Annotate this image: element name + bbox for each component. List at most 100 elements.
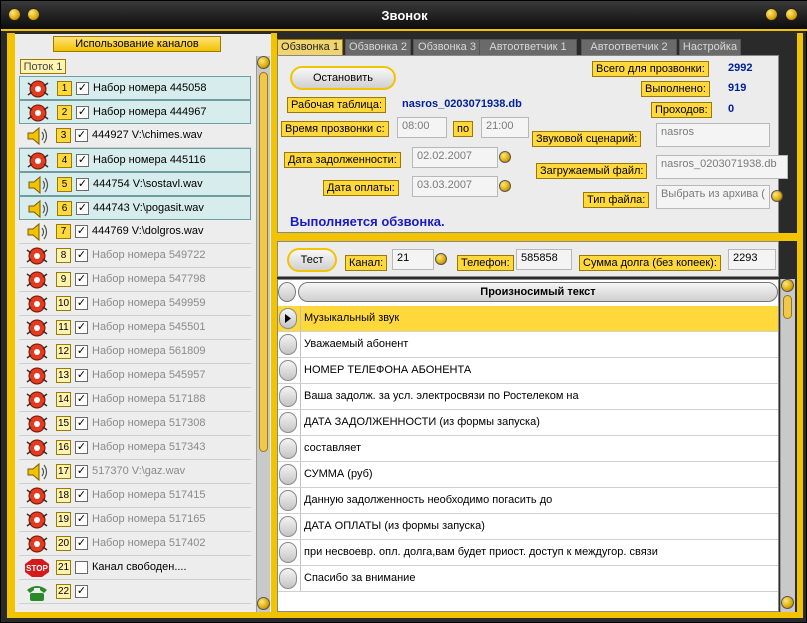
speech-row[interactable]: СУММА (руб) [278,462,778,488]
grid-select-all[interactable] [278,282,296,302]
speech-row[interactable]: Спасибо за внимание [278,566,778,592]
channel-checkbox[interactable]: ✓ [75,273,88,286]
channel-checkbox[interactable] [75,561,88,574]
channel-checkbox[interactable]: ✓ [75,417,88,430]
channel-checkbox[interactable]: ✓ [75,369,88,382]
channel-row[interactable]: 14 ✓ Набор номера 517188 [19,388,251,412]
speech-row[interactable]: НОМЕР ТЕЛЕФОНА АБОНЕНТА [278,358,778,384]
channel-checkbox[interactable]: ✓ [76,154,89,167]
channels-header[interactable]: Использование каналов [53,36,221,52]
channel-select[interactable]: 21 [392,249,434,270]
pay-date-picker-icon[interactable] [499,180,511,192]
channel-row[interactable]: 1 ✓ Набор номера 445058 [19,76,251,100]
channel-row[interactable]: 7 ✓ 444769 V:\dolgros.wav [19,220,251,244]
channel-row[interactable]: 19 ✓ Набор номера 517165 [19,508,251,532]
speech-row[interactable]: ДАТА ЗАДОЛЖЕННОСТИ (из формы запуска) [278,410,778,436]
channel-row[interactable]: 13 ✓ Набор номера 545957 [19,364,251,388]
channel-row[interactable]: 20 ✓ Набор номера 517402 [19,532,251,556]
row-selector[interactable] [279,334,297,355]
thread-tab[interactable]: Поток 1 [20,59,66,74]
channel-checkbox[interactable]: ✓ [76,82,89,95]
row-selector[interactable] [279,490,297,511]
tab-3[interactable]: Обзвонка 3 [413,39,481,56]
time-to-input[interactable]: 21:00 [481,117,529,138]
channel-checkbox[interactable]: ✓ [75,129,88,142]
channel-row[interactable]: 5 ✓ 444754 V:\sostavl.wav [19,172,251,196]
time-from-input[interactable]: 08:00 [397,117,447,138]
channel-checkbox[interactable]: ✓ [75,489,88,502]
filetype-dropdown-icon[interactable] [771,190,783,202]
speech-scroll-down-icon[interactable] [781,596,794,609]
speech-scroll-thumb[interactable] [783,295,792,319]
phone-input[interactable]: 585858 [516,249,572,270]
scroll-up-icon[interactable] [257,56,270,69]
speech-row[interactable]: Музыкальный звук [278,306,778,332]
row-selector[interactable] [279,412,297,433]
speech-row[interactable]: составляет [278,436,778,462]
channel-row[interactable]: 8 ✓ Набор номера 549722 [19,244,251,268]
minimize-icon[interactable] [765,8,778,21]
channel-checkbox[interactable]: ✓ [76,178,89,191]
channel-checkbox[interactable]: ✓ [75,225,88,238]
tab-4[interactable]: Автоответчик 1 [479,39,577,56]
channel-row[interactable]: 11 ✓ Набор номера 545501 [19,316,251,340]
channel-checkbox[interactable]: ✓ [75,537,88,550]
row-selector[interactable] [279,386,297,407]
channel-checkbox[interactable]: ✓ [75,249,88,262]
channel-checkbox[interactable]: ✓ [75,345,88,358]
row-selector[interactable] [279,542,297,563]
channel-row[interactable]: 10 ✓ Набор номера 549959 [19,292,251,316]
channel-row[interactable]: 15 ✓ Набор номера 517308 [19,412,251,436]
debt-date-picker-icon[interactable] [499,151,511,163]
stop-button[interactable]: Остановить [290,66,396,90]
channel-row[interactable]: 9 ✓ Набор номера 547798 [19,268,251,292]
channel-row[interactable]: 16 ✓ Набор номера 517343 [19,436,251,460]
tab-6[interactable]: Настройка [679,39,741,56]
current-row-arrow-icon[interactable] [279,308,297,329]
row-selector[interactable] [279,438,297,459]
scroll-down-icon[interactable] [257,597,270,610]
channel-checkbox[interactable]: ✓ [75,585,88,598]
channel-checkbox[interactable]: ✓ [76,106,89,119]
channel-checkbox[interactable]: ✓ [75,321,88,334]
row-selector[interactable] [279,464,297,485]
channel-dropdown-icon[interactable] [435,253,447,265]
row-selector[interactable] [279,568,297,589]
speech-scroll-up-icon[interactable] [781,279,794,292]
channel-scrollbar[interactable] [256,56,270,612]
channel-checkbox[interactable]: ✓ [75,393,88,406]
channel-row[interactable]: 18 ✓ Набор номера 517415 [19,484,251,508]
row-selector[interactable] [279,516,297,537]
close-icon[interactable] [785,8,798,21]
speech-row[interactable]: при несвоевр. опл. долга,вам будет приос… [278,540,778,566]
scenario-input[interactable]: nasros [656,123,770,147]
channel-row[interactable]: 2 ✓ Набор номера 444967 [19,100,251,124]
channel-row[interactable]: 3 ✓ 444927 V:\chimes.wav [19,124,251,148]
channel-row[interactable]: 6 ✓ 444743 V:\pogasit.wav [19,196,251,220]
sum-input[interactable]: 2293 [728,249,776,270]
channel-checkbox[interactable]: ✓ [75,513,88,526]
channel-row[interactable]: 4 ✓ Набор номера 445116 [19,148,251,172]
channel-row[interactable]: 17 ✓ 517370 V:\gaz.wav [19,460,251,484]
speech-row[interactable]: Уважаемый абонент [278,332,778,358]
channel-row[interactable]: 12 ✓ Набор номера 561809 [19,340,251,364]
channel-checkbox[interactable]: ✓ [75,441,88,454]
debt-date-input[interactable]: 02.02.2007 [412,147,498,168]
speech-row[interactable]: ДАТА ОПЛАТЫ (из формы запуска) [278,514,778,540]
tab-5[interactable]: Автоответчик 2 [581,39,677,56]
channel-checkbox[interactable]: ✓ [75,297,88,310]
test-button[interactable]: Тест [287,248,337,272]
channel-row[interactable]: STOP 21 Канал свободен.... [19,556,251,580]
channel-checkbox[interactable]: ✓ [76,202,89,215]
row-selector[interactable] [279,360,297,381]
channel-checkbox[interactable]: ✓ [75,465,88,478]
file-input[interactable]: nasros_0203071938.db [656,155,788,179]
tab-1[interactable]: Обзвонка 1 [277,39,343,56]
speech-scrollbar[interactable] [780,279,795,612]
speech-row[interactable]: Данную задолженность необходимо погасить… [278,488,778,514]
scroll-thumb[interactable] [259,72,268,452]
channel-row[interactable]: 22 ✓ [19,580,251,604]
filetype-select[interactable]: Выбрать из архива ( [656,185,770,209]
pay-date-input[interactable]: 03.03.2007 [412,176,498,197]
tab-2[interactable]: Обзвонка 2 [345,39,411,56]
